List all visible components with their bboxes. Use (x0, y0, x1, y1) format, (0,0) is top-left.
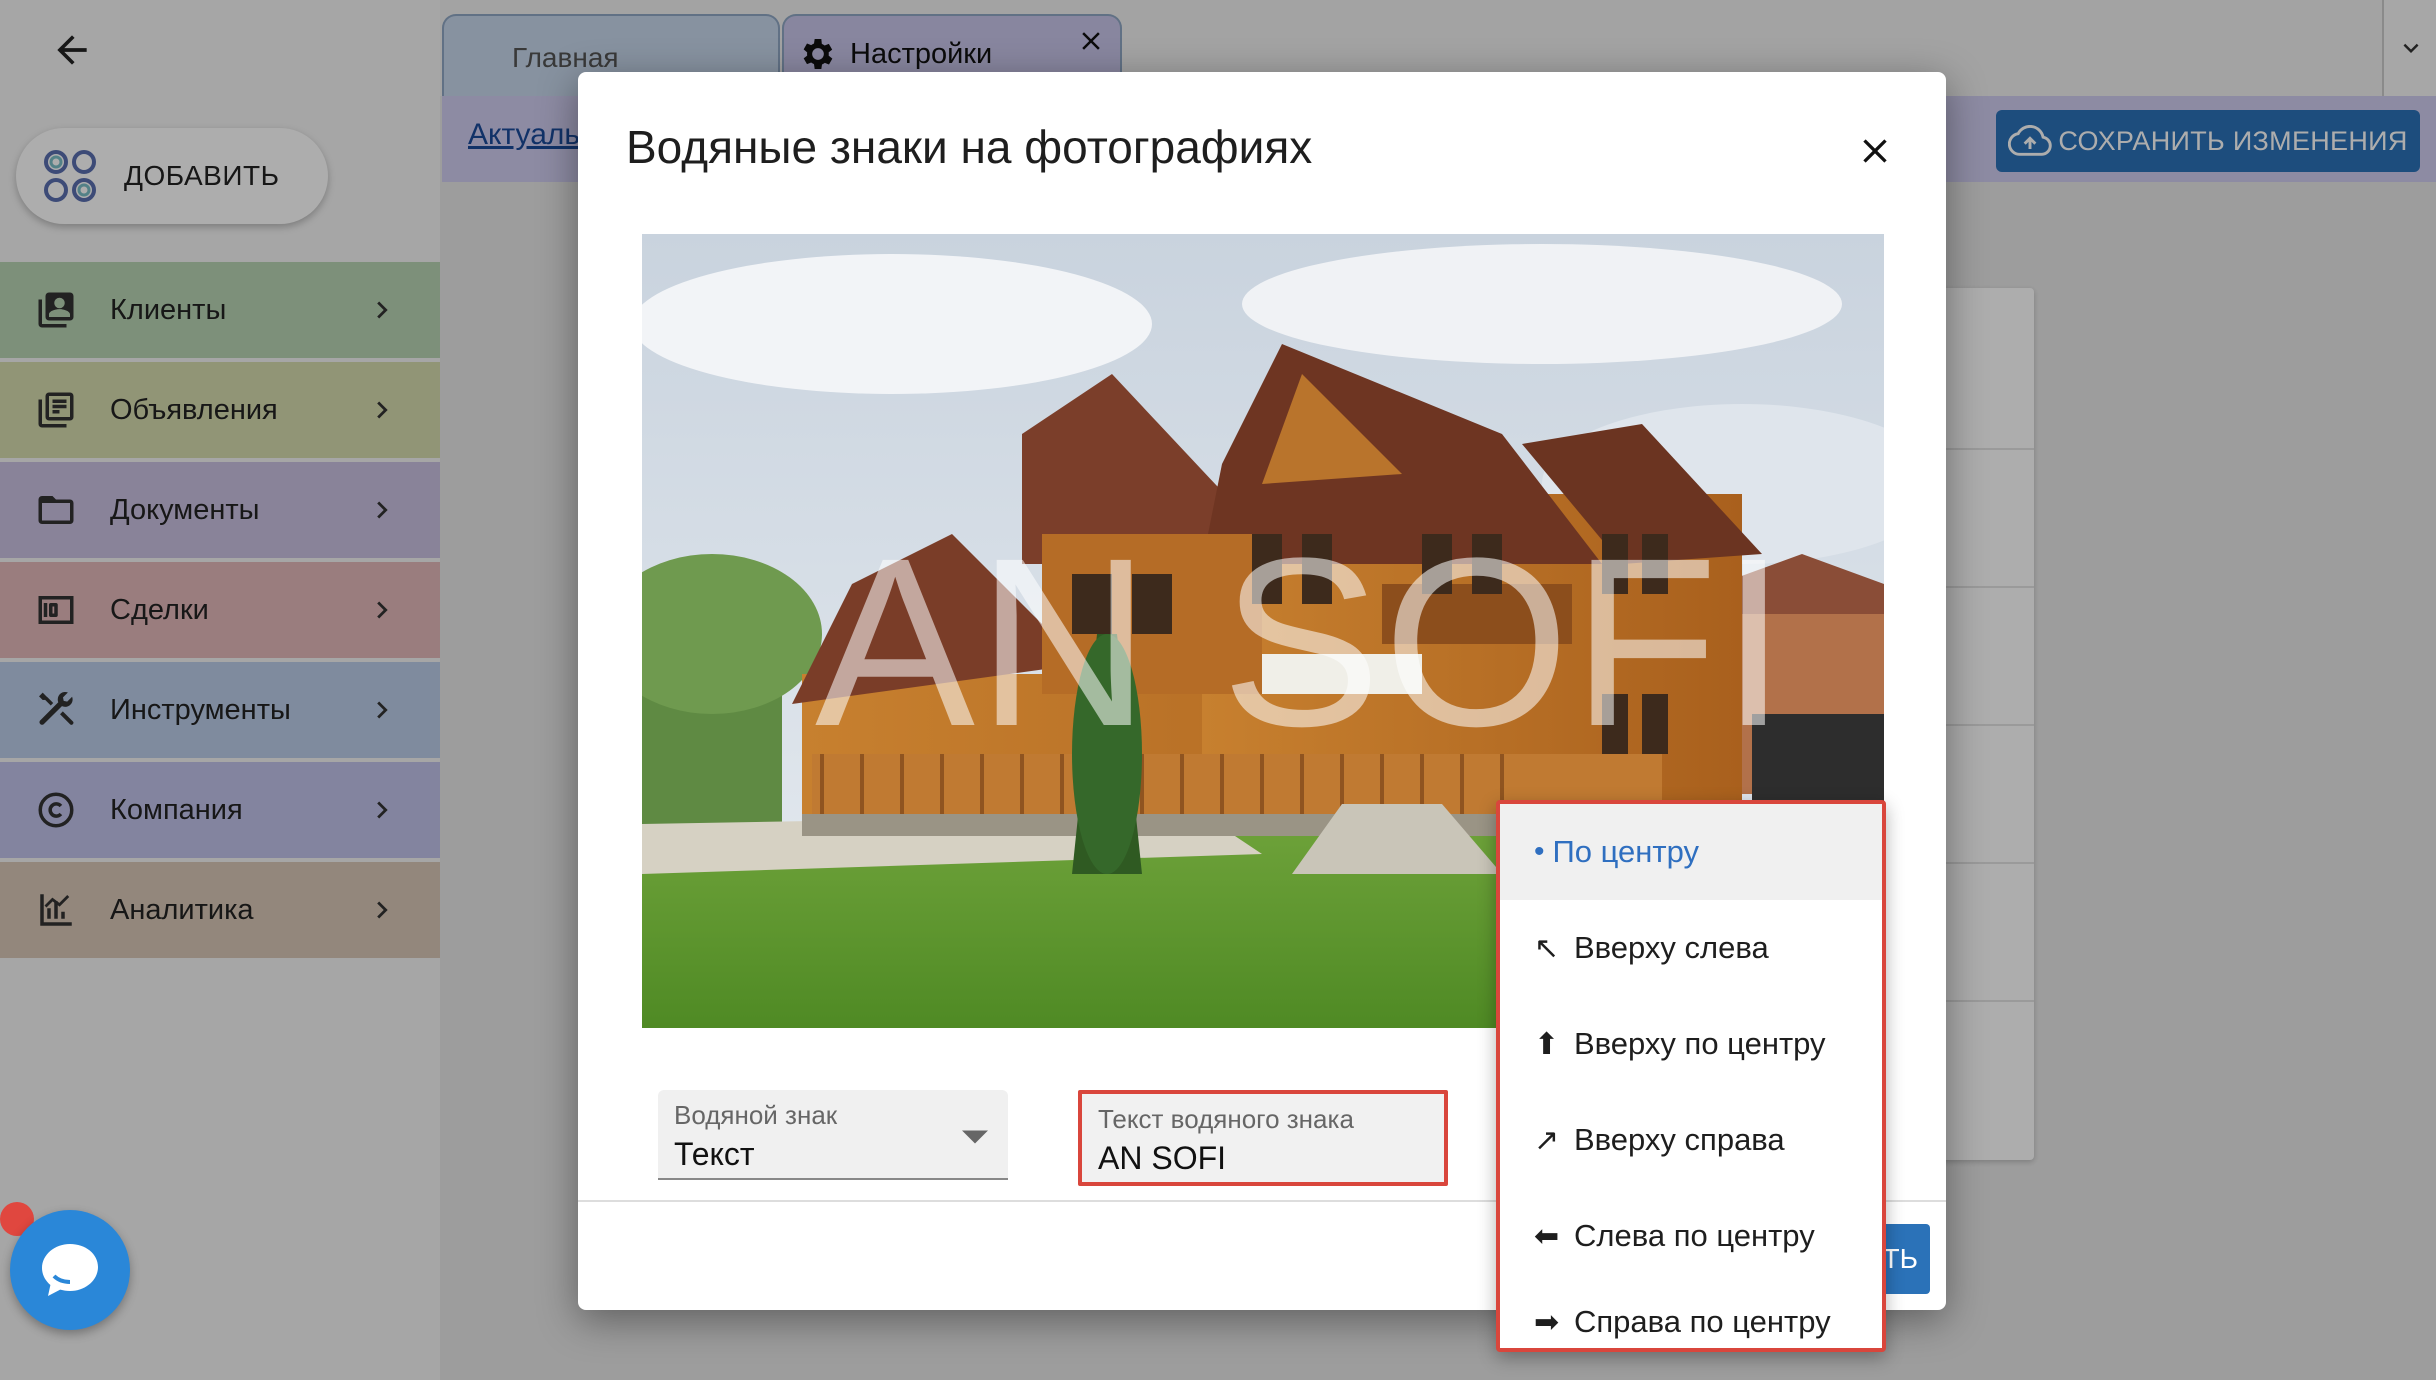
watermark-overlay-text: AN SOFI (814, 508, 1790, 776)
watermark-text-input[interactable]: Текст водяного знака AN SOFI (1078, 1090, 1448, 1186)
watermark-text-label: Текст водяного знака (1098, 1104, 1354, 1134)
watermark-type-label: Водяной знак (674, 1100, 838, 1130)
option-label: Справа по центру (1574, 1304, 1831, 1339)
position-option-top-right[interactable]: ↗ Вверху справа (1500, 1092, 1882, 1188)
close-dialog-button[interactable] (1848, 124, 1902, 178)
arrow-left-icon: ⬅ (1534, 1219, 1560, 1253)
option-label: Вверху по центру (1574, 1026, 1826, 1061)
position-option-top-left[interactable]: ↖ Вверху слева (1500, 900, 1882, 996)
position-option-right-center[interactable]: ➡ Справа по центру (1500, 1274, 1882, 1348)
watermark-type-value: Текст (674, 1136, 755, 1172)
dialog-title: Водяные знаки на фотографиях (626, 121, 1313, 173)
option-label: Вверху слева (1574, 930, 1769, 965)
watermark-type-select[interactable]: Водяной знак Текст (658, 1090, 1008, 1180)
option-label: По центру (1552, 834, 1700, 869)
arrow-right-icon: ➡ (1534, 1305, 1560, 1339)
position-option-center[interactable]: • По центру (1500, 804, 1882, 900)
chat-bubble-icon (42, 1244, 98, 1296)
selected-dot-icon: • (1534, 835, 1545, 868)
caret-down-icon (962, 1130, 988, 1144)
chat-button[interactable] (10, 1210, 130, 1330)
watermark-text-value: AN SOFI (1098, 1140, 1227, 1176)
close-icon (1863, 139, 1887, 163)
position-option-top-center[interactable]: ⬆ Вверху по центру (1500, 996, 1882, 1092)
watermark-position-dropdown: • По центру ↖ Вверху слева ⬆ Вверху по ц… (1496, 800, 1886, 1352)
option-label: Слева по центру (1574, 1218, 1815, 1253)
arrow-up-right-icon: ↗ (1534, 1123, 1560, 1157)
arrow-up-left-icon: ↖ (1534, 931, 1560, 965)
arrow-up-icon: ⬆ (1534, 1027, 1560, 1061)
position-option-left-center[interactable]: ⬅ Слева по центру (1500, 1188, 1882, 1284)
option-label: Вверху справа (1574, 1122, 1785, 1157)
